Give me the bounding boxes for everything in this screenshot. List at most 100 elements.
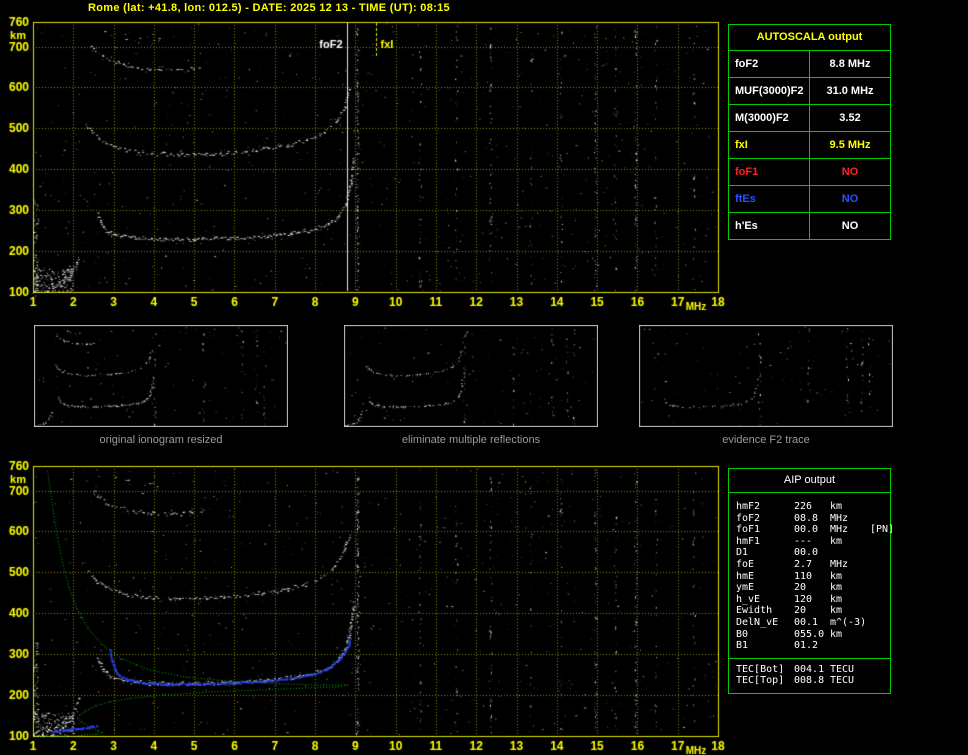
aip-param-value: 08.8 <box>794 512 819 524</box>
autoscala-table-title: AUTOSCALA output <box>756 31 863 43</box>
aip-row-h_vE: h_vE 120 km <box>736 594 886 606</box>
aip-param-value: 120 <box>794 593 813 605</box>
aip-param-name: hmE <box>736 570 755 582</box>
autoscala-row-ftEs: ftEs NO <box>729 185 890 212</box>
aip-param-unit: km <box>830 605 843 617</box>
aip-param-value: --- <box>794 535 813 547</box>
autoscala-row-label: h'Es <box>729 213 810 239</box>
aip-param-name: hmF2 <box>736 501 761 512</box>
aip-param-unit: km <box>830 593 843 605</box>
aip-param-name: TEC[Bot] <box>736 663 785 675</box>
aip-row-Ewidth: Ewidth 20 km <box>736 605 886 617</box>
aip-param-value: 008.8 <box>794 675 825 687</box>
thumbnail-eliminate-reflections-canvas <box>344 325 598 427</box>
aip-param-name: foE <box>736 558 755 570</box>
aip-param-unit <box>830 547 870 559</box>
aip-param-unit: km <box>830 582 843 594</box>
aip-output-table: AIP output hmF2 226 km foF2 08.8 MHz foF… <box>728 468 894 694</box>
autoscala-row-label: foF1 <box>729 159 810 185</box>
aip-param-value: 00.0 <box>794 524 819 536</box>
autoscala-row-label: foF2 <box>729 51 810 77</box>
aip-param-unit: km <box>830 570 843 582</box>
aip-param-name: B0 <box>736 628 749 640</box>
aip-row-foF2: foF2 08.8 MHz <box>736 513 886 525</box>
aip-param-unit: MHz <box>830 524 849 536</box>
autoscala-row-label: fxI <box>729 132 810 158</box>
aip-param-unit <box>830 640 870 652</box>
aip-param-unit: km <box>830 501 843 512</box>
aip-param-extra <box>870 559 886 571</box>
aip-param-value: 00.0 <box>794 547 819 559</box>
aip-param-unit: MHz <box>830 558 849 570</box>
aip-param-extra <box>870 501 886 513</box>
aip-tec-section: TEC[Bot] 004.1 TECU TEC[Top] 008.8 TECU <box>729 657 890 693</box>
top-ionogram-canvas <box>0 0 728 316</box>
aip-row-tec-top: TEC[Top] 008.8 TECU <box>736 675 886 687</box>
aip-row-B0: B0 055.0 km <box>736 629 886 641</box>
autoscala-row-value: 8.8 MHz <box>829 58 871 70</box>
autoscala-row-value: 31.0 MHz <box>826 85 874 97</box>
aip-row-foF1: foF1 00.0 MHz [PN] <box>736 524 894 536</box>
autoscala-row-value: NO <box>841 166 859 178</box>
aip-param-unit: km <box>830 628 843 640</box>
aip-table-title: AIP output <box>729 469 890 493</box>
aip-param-name: foF1 <box>736 524 761 536</box>
aip-param-extra <box>870 594 886 606</box>
aip-param-extra <box>870 617 886 629</box>
aip-param-unit: MHz <box>830 512 849 524</box>
aip-param-name: Ewidth <box>736 605 773 617</box>
aip-param-name: h_vE <box>736 593 761 605</box>
aip-param-unit: TECU <box>830 675 855 687</box>
aip-param-extra <box>870 629 886 641</box>
aip-param-unit: TECU <box>830 663 855 675</box>
aip-row-hmF2: hmF2 226 km <box>736 501 886 513</box>
aip-param-extra <box>870 571 886 583</box>
aip-param-name: foF2 <box>736 512 761 524</box>
autoscala-row-value: NO <box>841 220 859 232</box>
aip-param-value: 110 <box>794 570 813 582</box>
aip-param-name: D1 <box>736 547 749 559</box>
aip-param-name: DelN_vE <box>736 616 779 628</box>
aip-row-tec-bot: TEC[Bot] 004.1 TECU <box>736 664 886 676</box>
autoscala-row-label: ftEs <box>729 186 810 212</box>
thumbnail-original-ionogram-canvas <box>34 325 288 427</box>
aip-param-extra <box>870 605 886 617</box>
aip-param-value: 20 <box>794 582 807 594</box>
autoscala-row-foF1: foF1 NO <box>729 158 890 185</box>
aip-row-D1: D1 00.0 <box>736 547 886 559</box>
bottom-ionogram-canvas <box>0 444 728 755</box>
aip-param-value: 226 <box>794 501 813 512</box>
aip-param-value: 2.7 <box>794 558 813 570</box>
aip-param-extra <box>870 675 886 687</box>
aip-param-name: hmF1 <box>736 535 761 547</box>
autoscala-row-m3000f2: M(3000)F2 3.52 <box>729 104 890 131</box>
aip-param-name: B1 <box>736 640 749 652</box>
aip-param-extra <box>870 547 886 559</box>
autoscala-row-hpEs: h'Es NO <box>729 212 890 239</box>
thumbnail-evidence-f2-canvas <box>639 325 893 427</box>
aip-param-value: 004.1 <box>794 663 825 675</box>
aip-row-ymE: ymE 20 km <box>736 582 886 594</box>
aip-param-name: TEC[Top] <box>736 675 785 687</box>
aip-row-hmF1: hmF1 --- km <box>736 536 886 548</box>
autoscala-row-fxI: fxI 9.5 MHz <box>729 131 890 158</box>
aip-row-DelN_vE: DelN_vE 00.1 m^(-3) <box>736 617 886 629</box>
aip-param-extra <box>870 513 886 525</box>
aip-param-value: 00.1 <box>794 616 819 628</box>
aip-param-name: ymE <box>736 582 755 594</box>
autoscala-output-table: AUTOSCALA output foF2 8.8 MHz MUF(3000)F… <box>728 24 891 240</box>
aip-param-value: 055.0 <box>794 628 825 640</box>
aip-param-unit: km <box>830 535 843 547</box>
aip-param-value: 01.2 <box>794 640 819 652</box>
aip-row-hmE: hmE 110 km <box>736 571 886 583</box>
autoscala-row-foF2: foF2 8.8 MHz <box>729 50 890 77</box>
aip-param-extra <box>870 536 886 548</box>
autoscala-row-value: NO <box>841 193 859 205</box>
autoscala-row-value: 3.52 <box>839 112 861 124</box>
aip-row-B1: B1 01.2 <box>736 640 886 652</box>
autoscala-row-value: 9.5 MHz <box>829 139 871 151</box>
autoscala-row-label: M(3000)F2 <box>729 105 810 131</box>
aip-param-extra: [PN] <box>870 524 895 536</box>
aip-table-body: hmF2 226 km foF2 08.8 MHz foF1 00.0 MHz … <box>729 493 894 658</box>
autoscala-row-muf3000f2: MUF(3000)F2 31.0 MHz <box>729 77 890 104</box>
